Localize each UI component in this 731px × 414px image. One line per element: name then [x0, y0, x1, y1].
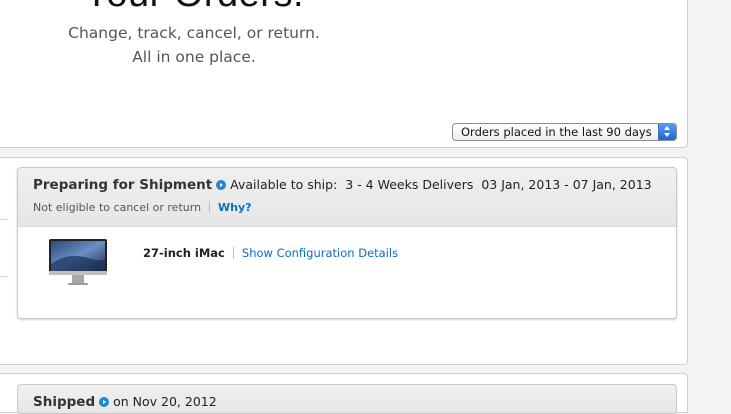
- shipment-status: Preparing for Shipment: [33, 177, 213, 193]
- shipped-status-line: Shipped on Nov 20, 2012: [33, 394, 217, 410]
- cancel-info-line: Not eligible to cancel or return Why?: [33, 201, 252, 214]
- page-subtitle: Change, track, cancel, or return. All in…: [0, 21, 389, 69]
- select-updown-icon: [658, 124, 676, 140]
- subtitle-line-1: Change, track, cancel, or return.: [68, 24, 320, 42]
- cancel-note: Not eligible to cancel or return: [33, 201, 202, 214]
- imac-icon: [49, 239, 107, 285]
- divider: [209, 201, 211, 213]
- show-configuration-link[interactable]: Show Configuration Details: [242, 246, 398, 260]
- order-card-header: Preparing for Shipment Available to ship:…: [18, 168, 676, 227]
- shipped-status: Shipped: [33, 394, 96, 410]
- divider: [0, 219, 8, 220]
- arrow-circle-right-icon[interactable]: [99, 397, 110, 407]
- divider: [0, 276, 8, 277]
- product-name: 27-inch iMac: [143, 246, 225, 260]
- order-card: Preparing for Shipment Available to ship:…: [17, 167, 677, 319]
- availability-value: 3 - 4 Weeks: [345, 177, 419, 192]
- shipped-card-header: Shipped on Nov 20, 2012: [17, 384, 677, 414]
- page-title: Your Orders.: [0, 0, 389, 16]
- shipped-date: on Nov 20, 2012: [113, 394, 217, 409]
- delivers-value: 03 Jan, 2013 - 07 Jan, 2013: [481, 177, 652, 192]
- filter-selected-value: Orders placed in the last 90 days: [461, 125, 652, 139]
- shipment-status-line: Preparing for Shipment Available to ship:…: [33, 177, 652, 193]
- product-line: 27-inch iMac Show Configuration Details: [143, 246, 398, 260]
- arrow-circle-right-icon[interactable]: [216, 180, 227, 190]
- divider: [232, 247, 234, 259]
- availability-label: Available to ship:: [230, 177, 338, 192]
- delivers-label: Delivers: [422, 177, 474, 192]
- why-link[interactable]: Why?: [218, 201, 252, 214]
- orders-time-filter-select[interactable]: Orders placed in the last 90 days: [452, 123, 677, 141]
- subtitle-line-2: All in one place.: [132, 48, 256, 66]
